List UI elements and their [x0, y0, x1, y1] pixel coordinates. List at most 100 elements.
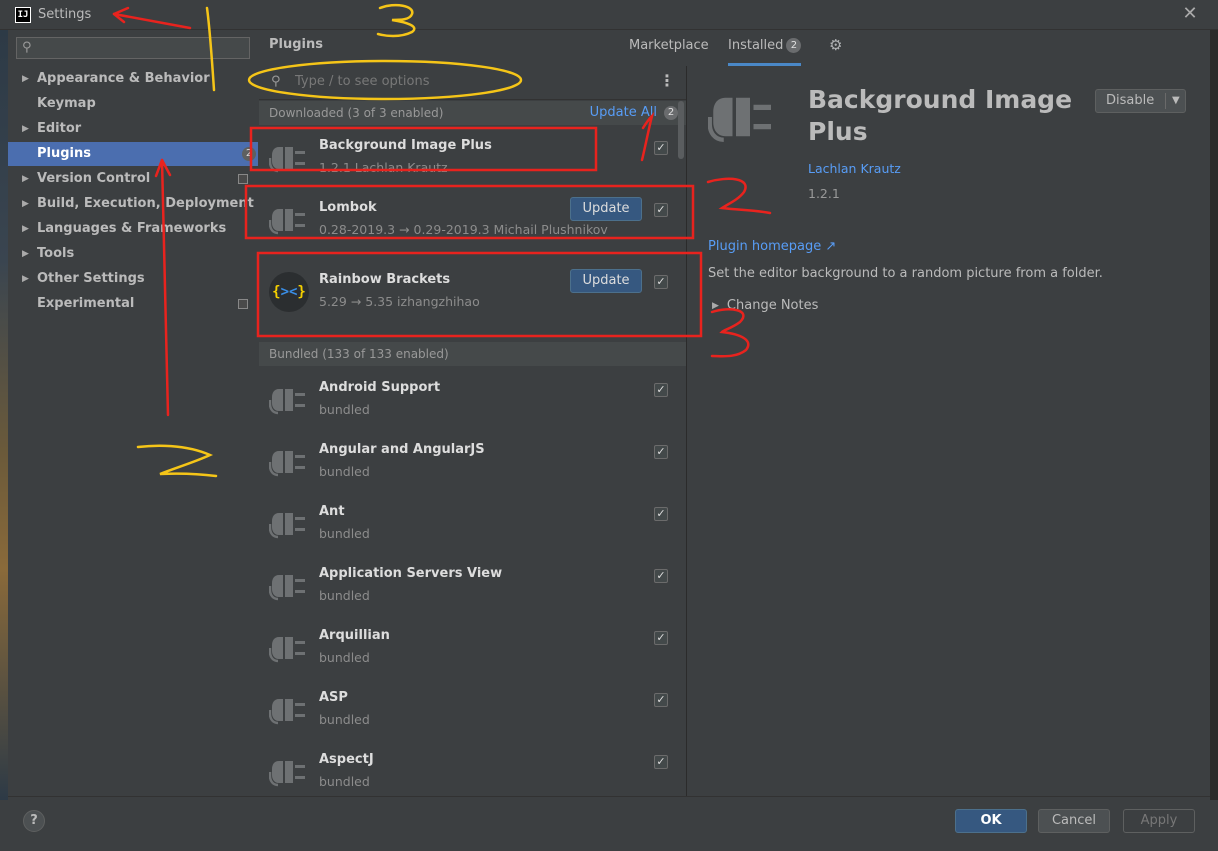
sidebar-item-plugins[interactable]: Plugins 2 [8, 142, 258, 166]
split-divider [1165, 93, 1166, 109]
settings-sidebar: ⚲ ▶ Appearance & Behavior Keymap ▶ Editor Plu… [8, 30, 258, 796]
plugin-plug-icon [268, 504, 309, 544]
apply-button[interactable]: Apply [1123, 809, 1195, 833]
sidebar-item-experimental[interactable]: Experimental [8, 292, 258, 316]
rainbow-brackets-icon: {><} [269, 272, 309, 312]
more-options-icon[interactable]: ⋮ [659, 71, 675, 90]
plugin-detail-title: Background Image Plus [808, 85, 1073, 146]
plugin-enabled-checkbox[interactable]: ✓ [654, 507, 668, 521]
plugin-row[interactable]: AspectJ bundled ✓ [259, 740, 686, 796]
plugin-version: 1.2.1 [808, 186, 840, 201]
plugin-plug-icon [268, 138, 309, 178]
plugin-row[interactable]: Ant bundled ✓ [259, 492, 686, 554]
sidebar-item-label: Appearance & Behavior [37, 71, 210, 86]
plugin-enabled-checkbox[interactable]: ✓ [654, 569, 668, 583]
plugin-name: Application Servers View [319, 566, 503, 581]
plugin-name: ASP [319, 690, 348, 705]
gear-icon[interactable]: ⚙ [829, 36, 842, 54]
plugins-header: Plugins Marketplace Installed 2 ⚙ [259, 30, 1210, 66]
plugin-row[interactable]: Lombok 0.28-2019.3 → 0.29-2019.3 Michail … [259, 188, 686, 250]
plugin-row[interactable]: Android Support bundled ✓ [259, 368, 686, 430]
update-count-badge: 2 [664, 106, 678, 120]
search-icon: ⚲ [271, 74, 281, 89]
expand-arrow-icon[interactable]: ▶ [22, 117, 29, 141]
ok-button[interactable]: OK [955, 809, 1027, 833]
sidebar-item-appearance-behavior[interactable]: ▶ Appearance & Behavior [8, 67, 258, 91]
sidebar-item-label: Plugins [37, 146, 91, 161]
sidebar-item-label: Languages & Frameworks [37, 221, 227, 236]
sidebar-item-label: Build, Execution, Deployment [37, 196, 254, 211]
plugin-plug-icon [268, 752, 309, 792]
expand-arrow-icon[interactable]: ▶ [22, 217, 29, 241]
plugin-version-vendor: 0.28-2019.3 → 0.29-2019.3 Michail Plushn… [319, 222, 608, 237]
disable-button[interactable]: Disable ▼ [1095, 89, 1186, 113]
plugin-plug-icon [268, 442, 309, 482]
settings-dialog: IJ Settings ✕ ⚲ ▶ Appearance & Behavior Ke… [0, 0, 1218, 851]
update-all-link[interactable]: Update All [590, 101, 657, 125]
expand-arrow-icon[interactable]: ▶ [22, 267, 29, 291]
sidebar-item-editor[interactable]: ▶ Editor [8, 117, 258, 141]
search-icon: ⚲ [22, 40, 32, 55]
sidebar-item-label: Editor [37, 121, 82, 136]
plugin-homepage-link[interactable]: Plugin homepage ↗ [708, 239, 836, 254]
window-title: Settings [38, 7, 92, 22]
plugin-enabled-checkbox[interactable]: ✓ [654, 755, 668, 769]
update-button[interactable]: Update [570, 197, 642, 221]
plugin-row[interactable]: Application Servers View bundled ✓ [259, 554, 686, 616]
tab-marketplace-label: Marketplace [629, 38, 709, 53]
change-notes-toggle[interactable]: ▶ Change Notes [712, 298, 818, 313]
plugin-row[interactable]: Background Image Plus 1.2.1 Lachlan Kraut… [259, 126, 686, 188]
sidebar-search-input[interactable]: ⚲ [16, 37, 250, 59]
tab-marketplace[interactable]: Marketplace [629, 30, 709, 66]
plugin-bundled-label: bundled [319, 650, 370, 665]
plugin-description: Set the editor background to a random pi… [708, 266, 1103, 281]
sidebar-item-label: Tools [37, 246, 75, 261]
plugin-enabled-checkbox[interactable]: ✓ [654, 275, 668, 289]
page-title: Plugins [269, 37, 323, 52]
expand-arrow-icon[interactable]: ▶ [22, 167, 29, 191]
bundled-header-text: Bundled (133 of 133 enabled) [269, 347, 449, 361]
sidebar-item-label: Experimental [37, 296, 135, 311]
project-settings-icon [238, 174, 248, 184]
plugin-search-input[interactable]: ⚲ Type / to see options ⋮ [259, 66, 686, 100]
plugin-name: AspectJ [319, 752, 374, 767]
expand-arrow-icon[interactable]: ▶ [22, 192, 29, 216]
plugin-enabled-checkbox[interactable]: ✓ [654, 693, 668, 707]
sidebar-item-languages-frameworks[interactable]: ▶ Languages & Frameworks [8, 217, 258, 241]
sidebar-item-label: Other Settings [37, 271, 145, 286]
tab-installed[interactable]: Installed 2 [728, 30, 802, 66]
plugin-name: Angular and AngularJS [319, 442, 485, 457]
close-icon[interactable]: ✕ [1180, 4, 1200, 24]
plugin-author-link[interactable]: Lachlan Krautz [808, 161, 901, 176]
plugin-enabled-checkbox[interactable]: ✓ [654, 445, 668, 459]
plugin-row[interactable]: ASP bundled ✓ [259, 678, 686, 740]
plugin-row[interactable]: Arquillian bundled ✓ [259, 616, 686, 678]
plugin-bundled-label: bundled [319, 464, 370, 479]
chevron-down-icon[interactable]: ▼ [1172, 90, 1180, 112]
plugin-enabled-checkbox[interactable]: ✓ [654, 141, 668, 155]
update-button[interactable]: Update [570, 269, 642, 293]
plugin-row[interactable]: {><} Rainbow Brackets 5.29 → 5.35 izhangzh… [259, 260, 686, 322]
expand-arrow-icon[interactable]: ▶ [22, 67, 29, 91]
plugin-name: Ant [319, 504, 345, 519]
plugin-plug-icon [268, 690, 309, 730]
plugin-bundled-label: bundled [319, 526, 370, 541]
sidebar-item-build-execution-deployment[interactable]: ▶ Build, Execution, Deployment [8, 192, 258, 216]
plugin-enabled-checkbox[interactable]: ✓ [654, 631, 668, 645]
sidebar-item-other-settings[interactable]: ▶ Other Settings [8, 267, 258, 291]
bundled-group-header: Bundled (133 of 133 enabled) [259, 342, 686, 366]
downloaded-group-header: Downloaded (3 of 3 enabled) Update All 2 [259, 101, 686, 125]
installed-count-badge: 2 [786, 38, 802, 53]
plugin-row[interactable]: Angular and AngularJS bundled ✓ [259, 430, 686, 492]
cancel-button[interactable]: Cancel [1038, 809, 1110, 833]
sidebar-item-keymap[interactable]: Keymap [8, 92, 258, 116]
plugin-version-vendor: 5.29 → 5.35 izhangzhihao [319, 294, 480, 309]
downloaded-header-text: Downloaded (3 of 3 enabled) [269, 106, 444, 120]
plugin-enabled-checkbox[interactable]: ✓ [654, 383, 668, 397]
expand-arrow-icon[interactable]: ▶ [22, 242, 29, 266]
sidebar-item-version-control[interactable]: ▶ Version Control [8, 167, 258, 191]
help-button[interactable]: ? [23, 810, 45, 832]
sidebar-item-tools[interactable]: ▶ Tools [8, 242, 258, 266]
plugin-enabled-checkbox[interactable]: ✓ [654, 203, 668, 217]
project-settings-icon [238, 299, 248, 309]
